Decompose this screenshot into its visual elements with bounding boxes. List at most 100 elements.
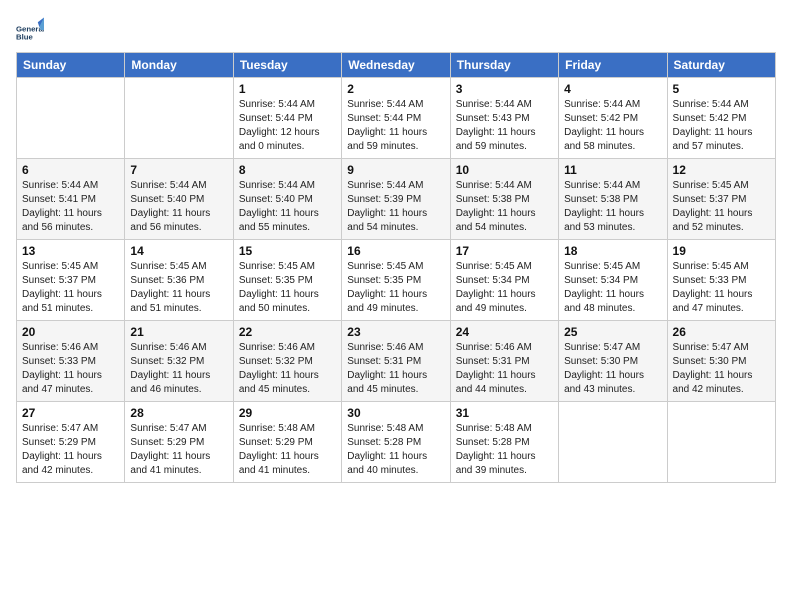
day-info: Sunrise: 5:46 AM Sunset: 5:31 PM Dayligh… bbox=[456, 341, 553, 397]
calendar-cell: 12Sunrise: 5:45 AM Sunset: 5:37 PM Dayli… bbox=[667, 159, 775, 240]
day-number: 1 bbox=[239, 82, 336, 96]
column-header-tuesday: Tuesday bbox=[233, 53, 341, 78]
day-info: Sunrise: 5:48 AM Sunset: 5:28 PM Dayligh… bbox=[347, 422, 444, 478]
calendar-table: SundayMondayTuesdayWednesdayThursdayFrid… bbox=[16, 52, 776, 483]
day-number: 26 bbox=[673, 325, 770, 339]
calendar-cell: 25 Sunrise: 5:47 AM Sunset: 5:30 PM Dayli… bbox=[559, 321, 667, 402]
logo: General Blue bbox=[16, 16, 48, 44]
day-info: Sunrise: 5:46 AM Sunset: 5:33 PM Dayligh… bbox=[22, 341, 119, 397]
column-header-thursday: Thursday bbox=[450, 53, 558, 78]
day-number: 24 bbox=[456, 325, 553, 339]
day-info: Sunrise: 5:44 AM Sunset: 5:44 PM Dayligh… bbox=[239, 98, 336, 154]
day-info: Sunrise: 5:45 AM Sunset: 5:34 PM Dayligh… bbox=[564, 260, 661, 316]
day-number: 25 bbox=[564, 325, 661, 339]
calendar-cell: 8Sunrise: 5:44 AM Sunset: 5:40 PM Daylig… bbox=[233, 159, 341, 240]
day-number: 16 bbox=[347, 244, 444, 258]
calendar-cell: 7 Sunrise: 5:44 AM Sunset: 5:40 PM Daylig… bbox=[125, 159, 233, 240]
day-number: 15 bbox=[239, 244, 336, 258]
calendar-header-row: SundayMondayTuesdayWednesdayThursdayFrid… bbox=[17, 53, 776, 78]
calendar-cell: 23 Sunrise: 5:46 AM Sunset: 5:31 PM Dayli… bbox=[342, 321, 450, 402]
calendar-cell: 16 Sunrise: 5:45 AM Sunset: 5:35 PM Dayli… bbox=[342, 240, 450, 321]
calendar-cell: 26 Sunrise: 5:47 AM Sunset: 5:30 PM Dayli… bbox=[667, 321, 775, 402]
calendar-cell: 9Sunrise: 5:44 AM Sunset: 5:39 PM Daylig… bbox=[342, 159, 450, 240]
day-number: 13 bbox=[22, 244, 119, 258]
calendar-cell: 19 Sunrise: 5:45 AM Sunset: 5:33 PM Dayli… bbox=[667, 240, 775, 321]
calendar-cell: 27 Sunrise: 5:47 AM Sunset: 5:29 PM Dayli… bbox=[17, 402, 125, 483]
week-row-1: 1 Sunrise: 5:44 AM Sunset: 5:44 PM Daylig… bbox=[17, 78, 776, 159]
calendar-cell: 15 Sunrise: 5:45 AM Sunset: 5:35 PM Dayli… bbox=[233, 240, 341, 321]
day-number: 2 bbox=[347, 82, 444, 96]
day-number: 17 bbox=[456, 244, 553, 258]
day-number: 22 bbox=[239, 325, 336, 339]
calendar-cell: 2 Sunrise: 5:44 AM Sunset: 5:44 PM Daylig… bbox=[342, 78, 450, 159]
day-info: Sunrise: 5:44 AM Sunset: 5:43 PM Dayligh… bbox=[456, 98, 553, 154]
calendar-cell: 14 Sunrise: 5:45 AM Sunset: 5:36 PM Dayli… bbox=[125, 240, 233, 321]
day-number: 30 bbox=[347, 406, 444, 420]
calendar-cell: 4Sunrise: 5:44 AM Sunset: 5:42 PM Daylig… bbox=[559, 78, 667, 159]
day-info: Sunrise: 5:44 AM Sunset: 5:40 PM Dayligh… bbox=[130, 179, 227, 235]
day-info: Sunrise: 5:44 AM Sunset: 5:42 PM Dayligh… bbox=[673, 98, 770, 154]
day-number: 29 bbox=[239, 406, 336, 420]
calendar-cell bbox=[125, 78, 233, 159]
calendar-cell: 18 Sunrise: 5:45 AM Sunset: 5:34 PM Dayli… bbox=[559, 240, 667, 321]
week-row-5: 27 Sunrise: 5:47 AM Sunset: 5:29 PM Dayli… bbox=[17, 402, 776, 483]
day-number: 14 bbox=[130, 244, 227, 258]
week-row-2: 6 Sunrise: 5:44 AM Sunset: 5:41 PM Daylig… bbox=[17, 159, 776, 240]
day-info: Sunrise: 5:46 AM Sunset: 5:32 PM Dayligh… bbox=[130, 341, 227, 397]
column-header-friday: Friday bbox=[559, 53, 667, 78]
day-number: 4 bbox=[564, 82, 661, 96]
calendar-cell: 1 Sunrise: 5:44 AM Sunset: 5:44 PM Daylig… bbox=[233, 78, 341, 159]
day-info: Sunrise: 5:48 AM Sunset: 5:29 PM Dayligh… bbox=[239, 422, 336, 478]
column-header-sunday: Sunday bbox=[17, 53, 125, 78]
calendar-cell: 3 Sunrise: 5:44 AM Sunset: 5:43 PM Daylig… bbox=[450, 78, 558, 159]
day-number: 19 bbox=[673, 244, 770, 258]
day-number: 3 bbox=[456, 82, 553, 96]
calendar-cell bbox=[667, 402, 775, 483]
day-info: Sunrise: 5:45 AM Sunset: 5:35 PM Dayligh… bbox=[347, 260, 444, 316]
calendar-cell: 22 Sunrise: 5:46 AM Sunset: 5:32 PM Dayli… bbox=[233, 321, 341, 402]
day-info: Sunrise: 5:45 AM Sunset: 5:37 PM Dayligh… bbox=[673, 179, 770, 235]
day-info: Sunrise: 5:45 AM Sunset: 5:36 PM Dayligh… bbox=[130, 260, 227, 316]
calendar-cell: 10Sunrise: 5:44 AM Sunset: 5:38 PM Dayli… bbox=[450, 159, 558, 240]
day-info: Sunrise: 5:48 AM Sunset: 5:28 PM Dayligh… bbox=[456, 422, 553, 478]
column-header-wednesday: Wednesday bbox=[342, 53, 450, 78]
calendar-cell: 20 Sunrise: 5:46 AM Sunset: 5:33 PM Dayli… bbox=[17, 321, 125, 402]
calendar-cell bbox=[17, 78, 125, 159]
day-number: 11 bbox=[564, 163, 661, 177]
day-info: Sunrise: 5:45 AM Sunset: 5:33 PM Dayligh… bbox=[673, 260, 770, 316]
day-number: 7 bbox=[130, 163, 227, 177]
calendar-cell: 30 Sunrise: 5:48 AM Sunset: 5:28 PM Dayli… bbox=[342, 402, 450, 483]
day-info: Sunrise: 5:47 AM Sunset: 5:30 PM Dayligh… bbox=[564, 341, 661, 397]
day-number: 6 bbox=[22, 163, 119, 177]
day-info: Sunrise: 5:44 AM Sunset: 5:38 PM Dayligh… bbox=[456, 179, 553, 235]
day-info: Sunrise: 5:47 AM Sunset: 5:29 PM Dayligh… bbox=[22, 422, 119, 478]
calendar-cell: 21Sunrise: 5:46 AM Sunset: 5:32 PM Dayli… bbox=[125, 321, 233, 402]
day-info: Sunrise: 5:45 AM Sunset: 5:34 PM Dayligh… bbox=[456, 260, 553, 316]
day-number: 20 bbox=[22, 325, 119, 339]
column-header-saturday: Saturday bbox=[667, 53, 775, 78]
week-row-3: 13 Sunrise: 5:45 AM Sunset: 5:37 PM Dayli… bbox=[17, 240, 776, 321]
day-number: 31 bbox=[456, 406, 553, 420]
day-info: Sunrise: 5:44 AM Sunset: 5:41 PM Dayligh… bbox=[22, 179, 119, 235]
day-number: 23 bbox=[347, 325, 444, 339]
week-row-4: 20 Sunrise: 5:46 AM Sunset: 5:33 PM Dayli… bbox=[17, 321, 776, 402]
day-info: Sunrise: 5:47 AM Sunset: 5:30 PM Dayligh… bbox=[673, 341, 770, 397]
calendar-cell: 24 Sunrise: 5:46 AM Sunset: 5:31 PM Dayli… bbox=[450, 321, 558, 402]
day-number: 18 bbox=[564, 244, 661, 258]
day-number: 9 bbox=[347, 163, 444, 177]
day-number: 28 bbox=[130, 406, 227, 420]
day-info: Sunrise: 5:44 AM Sunset: 5:44 PM Dayligh… bbox=[347, 98, 444, 154]
day-info: Sunrise: 5:45 AM Sunset: 5:35 PM Dayligh… bbox=[239, 260, 336, 316]
logo-icon: General Blue bbox=[16, 16, 44, 44]
day-number: 27 bbox=[22, 406, 119, 420]
day-info: Sunrise: 5:45 AM Sunset: 5:37 PM Dayligh… bbox=[22, 260, 119, 316]
day-number: 8 bbox=[239, 163, 336, 177]
day-info: Sunrise: 5:46 AM Sunset: 5:31 PM Dayligh… bbox=[347, 341, 444, 397]
calendar-cell bbox=[559, 402, 667, 483]
day-number: 5 bbox=[673, 82, 770, 96]
calendar-cell: 29 Sunrise: 5:48 AM Sunset: 5:29 PM Dayli… bbox=[233, 402, 341, 483]
calendar-cell: 5 Sunrise: 5:44 AM Sunset: 5:42 PM Daylig… bbox=[667, 78, 775, 159]
calendar-cell: 31 Sunrise: 5:48 AM Sunset: 5:28 PM Dayli… bbox=[450, 402, 558, 483]
day-info: Sunrise: 5:46 AM Sunset: 5:32 PM Dayligh… bbox=[239, 341, 336, 397]
day-info: Sunrise: 5:47 AM Sunset: 5:29 PM Dayligh… bbox=[130, 422, 227, 478]
